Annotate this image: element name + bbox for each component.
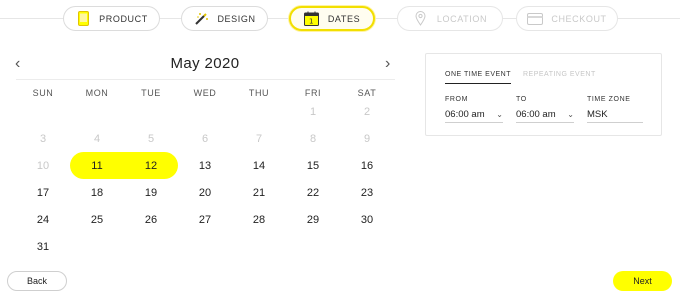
weekday-sat: SAT (357, 88, 377, 98)
to-label: TO (516, 96, 527, 103)
step-checkout[interactable]: CHECKOUT (516, 6, 618, 31)
weekday-wed: WED (193, 88, 217, 98)
day-cell: 9 (363, 132, 371, 145)
day-cell[interactable]: 31 (16, 233, 70, 260)
step-label: DATES (327, 13, 361, 24)
month-title: May 2020 (170, 55, 240, 72)
step-location[interactable]: LOCATION (397, 6, 503, 31)
step-label: DESIGN (217, 13, 256, 24)
day-cell[interactable]: 29 (286, 206, 340, 233)
day-cell[interactable]: 12 (124, 152, 178, 179)
day-cell[interactable]: 13 (178, 152, 232, 179)
day-cell[interactable]: 24 (16, 206, 70, 233)
tab-one-time-event[interactable]: ONE TIME EVENT (445, 71, 511, 84)
credit-card-icon (527, 11, 544, 27)
weekday-fri: FRI (304, 88, 322, 98)
calendar-grid: 1 2 3 4 5 6 7 8 9 10 11 12 13 14 15 16 17 18 19 20 21 22 23 24 2… (16, 98, 395, 260)
weekday-sun: SUN (32, 88, 54, 98)
to-time-select[interactable]: 06:00 am ⌄ (516, 107, 574, 123)
event-time-panel: ONE TIME EVENT REPEATING EVENT FROM 06:0… (425, 53, 662, 136)
step-label: CHECKOUT (551, 13, 607, 24)
day-cell[interactable]: 26 (124, 206, 178, 233)
day-cell[interactable]: 17 (16, 179, 70, 206)
weekday-tue: TUE (141, 88, 161, 98)
day-cell[interactable]: 22 (286, 179, 340, 206)
timezone-field: TIME ZONE MSK (587, 96, 643, 123)
to-field: TO 06:00 am ⌄ (516, 96, 574, 123)
day-cell[interactable]: 19 (124, 179, 178, 206)
calendar-divider (16, 79, 395, 80)
timezone-value: MSK (587, 109, 608, 120)
calendar-icon: 1 (304, 11, 320, 27)
checkout-stepper: PRODUCT DESIGN 1 DATES LOCATION CHECKOUT (0, 0, 680, 38)
weekday-header: SUN MON TUE WED THU FRI SAT (16, 88, 395, 98)
magic-wand-icon (193, 11, 209, 27)
day-cell: 6 (201, 132, 209, 145)
day-cell-empty (16, 98, 70, 125)
day-cell[interactable]: 25 (70, 206, 124, 233)
day-cell: 8 (309, 132, 317, 145)
next-month-button[interactable]: › (385, 56, 390, 72)
day-cell: 4 (93, 132, 101, 145)
day-cell[interactable]: 16 (340, 152, 394, 179)
day-cell: 10 (36, 159, 50, 172)
day-cell[interactable]: 27 (178, 206, 232, 233)
day-cell[interactable]: 15 (286, 152, 340, 179)
back-button[interactable]: Back (7, 271, 67, 291)
step-label: PRODUCT (99, 13, 148, 24)
timezone-label: TIME ZONE (587, 96, 631, 103)
day-cell-empty (232, 98, 286, 125)
day-cell: 1 (309, 105, 317, 118)
day-cell-empty (178, 98, 232, 125)
step-dates[interactable]: 1 DATES (289, 6, 375, 31)
chevron-down-icon: ⌄ (567, 110, 574, 119)
day-cell[interactable]: 23 (340, 179, 394, 206)
event-type-tabs: ONE TIME EVENT REPEATING EVENT (445, 71, 596, 84)
to-value: 06:00 am (516, 109, 556, 120)
day-cell[interactable]: 18 (70, 179, 124, 206)
day-cell[interactable]: 30 (340, 206, 394, 233)
day-cell[interactable]: 21 (232, 179, 286, 206)
from-time-select[interactable]: 06:00 am ⌄ (445, 107, 503, 123)
day-cell: 7 (255, 132, 263, 145)
map-pin-icon (413, 11, 429, 27)
tab-repeating-event[interactable]: REPEATING EVENT (523, 71, 596, 84)
day-cell[interactable]: 14 (232, 152, 286, 179)
day-cell-empty (124, 98, 178, 125)
weekday-thu: THU (248, 88, 270, 98)
day-cell-empty (70, 98, 124, 125)
from-value: 06:00 am (445, 109, 485, 120)
phone-icon (75, 11, 91, 27)
from-label: FROM (445, 96, 469, 103)
next-button[interactable]: Next (613, 271, 672, 291)
day-cell: 5 (147, 132, 155, 145)
chevron-down-icon: ⌄ (496, 110, 503, 119)
day-cell[interactable]: 20 (178, 179, 232, 206)
day-cell[interactable]: 11 (70, 152, 124, 179)
step-product[interactable]: PRODUCT (63, 6, 160, 31)
step-label: LOCATION (436, 13, 488, 24)
timezone-select[interactable]: MSK (587, 107, 643, 123)
day-cell[interactable]: 28 (232, 206, 286, 233)
from-field: FROM 06:00 am ⌄ (445, 96, 503, 123)
svg-text:1: 1 (309, 18, 314, 26)
prev-month-button[interactable]: ‹ (15, 56, 20, 72)
weekday-mon: MON (85, 88, 109, 98)
step-design[interactable]: DESIGN (181, 6, 268, 31)
day-cell: 2 (363, 105, 371, 118)
day-cell: 3 (39, 132, 47, 145)
